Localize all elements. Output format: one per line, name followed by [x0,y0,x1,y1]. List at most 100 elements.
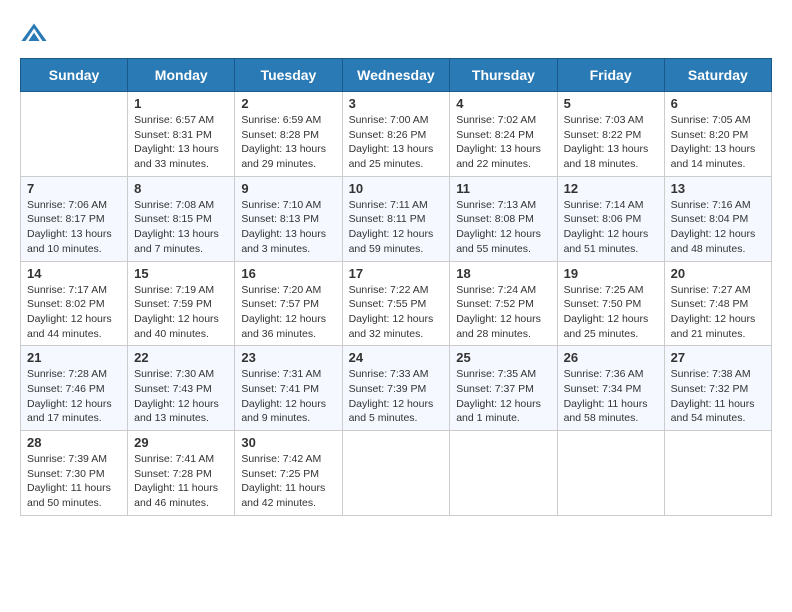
day-number: 6 [671,96,765,111]
day-number: 9 [241,181,335,196]
weekday-header: Tuesday [235,59,342,92]
calendar-cell: 2 Sunrise: 6:59 AM Sunset: 8:28 PM Daylig… [235,92,342,177]
calendar-cell: 26 Sunrise: 7:36 AM Sunset: 7:34 PM Dayli… [557,346,664,431]
calendar-cell [21,92,128,177]
calendar-cell: 15 Sunrise: 7:19 AM Sunset: 7:59 PM Dayli… [128,261,235,346]
calendar-week-row: 28 Sunrise: 7:39 AM Sunset: 7:30 PM Dayli… [21,431,772,516]
calendar-cell [342,431,450,516]
logo-icon [20,20,48,48]
day-info: Sunrise: 7:08 AM Sunset: 8:15 PM Dayligh… [134,198,228,257]
calendar-cell: 3 Sunrise: 7:00 AM Sunset: 8:26 PM Daylig… [342,92,450,177]
calendar-cell: 11 Sunrise: 7:13 AM Sunset: 8:08 PM Dayli… [450,176,557,261]
day-number: 30 [241,435,335,450]
day-info: Sunrise: 7:42 AM Sunset: 7:25 PM Dayligh… [241,452,335,511]
weekday-header: Wednesday [342,59,450,92]
calendar-cell: 12 Sunrise: 7:14 AM Sunset: 8:06 PM Dayli… [557,176,664,261]
calendar-cell: 22Sunrise: 7:30 AM Sunset: 7:43 PM Dayli… [128,346,235,431]
day-info: Sunrise: 7:16 AM Sunset: 8:04 PM Dayligh… [671,198,765,257]
calendar-cell: 10 Sunrise: 7:11 AM Sunset: 8:11 PM Dayli… [342,176,450,261]
day-number: 5 [564,96,658,111]
day-info: Sunrise: 7:36 AM Sunset: 7:34 PM Dayligh… [564,367,658,426]
day-number: 16 [241,266,335,281]
calendar-cell: 20 Sunrise: 7:27 AM Sunset: 7:48 PM Dayli… [664,261,771,346]
day-info: Sunrise: 7:10 AM Sunset: 8:13 PM Dayligh… [241,198,335,257]
calendar-cell: 13 Sunrise: 7:16 AM Sunset: 8:04 PM Dayli… [664,176,771,261]
day-info: Sunrise: 7:05 AM Sunset: 8:20 PM Dayligh… [671,113,765,172]
day-info: Sunrise: 6:57 AM Sunset: 8:31 PM Dayligh… [134,113,228,172]
header [20,20,772,48]
calendar-cell: 27 Sunrise: 7:38 AM Sunset: 7:32 PM Dayli… [664,346,771,431]
day-info: Sunrise: 7:27 AM Sunset: 7:48 PM Dayligh… [671,283,765,342]
day-number: 21 [27,350,121,365]
day-info: Sunrise: 7:20 AM Sunset: 7:57 PM Dayligh… [241,283,335,342]
day-number: 2 [241,96,335,111]
day-number: 11 [456,181,550,196]
day-info: Sunrise: 7:30 AM Sunset: 7:43 PM Dayligh… [134,367,228,426]
day-number: 26 [564,350,658,365]
calendar-cell: 16 Sunrise: 7:20 AM Sunset: 7:57 PM Dayli… [235,261,342,346]
day-info: Sunrise: 7:25 AM Sunset: 7:50 PM Dayligh… [564,283,658,342]
day-number: 15 [134,266,228,281]
day-number: 14 [27,266,121,281]
day-info: Sunrise: 7:28 AM Sunset: 7:46 PM Dayligh… [27,367,121,426]
day-number: 28 [27,435,121,450]
calendar-cell: 29 Sunrise: 7:41 AM Sunset: 7:28 PM Dayli… [128,431,235,516]
calendar-cell: 28 Sunrise: 7:39 AM Sunset: 7:30 PM Dayli… [21,431,128,516]
day-number: 19 [564,266,658,281]
day-info: Sunrise: 7:14 AM Sunset: 8:06 PM Dayligh… [564,198,658,257]
day-info: Sunrise: 7:22 AM Sunset: 7:55 PM Dayligh… [349,283,444,342]
calendar-cell: 25Sunrise: 7:35 AM Sunset: 7:37 PM Dayli… [450,346,557,431]
day-info: Sunrise: 7:13 AM Sunset: 8:08 PM Dayligh… [456,198,550,257]
calendar-week-row: 21 Sunrise: 7:28 AM Sunset: 7:46 PM Dayli… [21,346,772,431]
calendar-cell: 19 Sunrise: 7:25 AM Sunset: 7:50 PM Dayli… [557,261,664,346]
day-number: 17 [349,266,444,281]
calendar-cell: 7 Sunrise: 7:06 AM Sunset: 8:17 PM Daylig… [21,176,128,261]
day-info: Sunrise: 7:39 AM Sunset: 7:30 PM Dayligh… [27,452,121,511]
calendar-header-row: SundayMondayTuesdayWednesdayThursdayFrid… [21,59,772,92]
day-info: Sunrise: 7:41 AM Sunset: 7:28 PM Dayligh… [134,452,228,511]
day-info: Sunrise: 7:33 AM Sunset: 7:39 PM Dayligh… [349,367,444,426]
calendar-cell [557,431,664,516]
day-number: 8 [134,181,228,196]
calendar-week-row: 1Sunrise: 6:57 AM Sunset: 8:31 PM Daylig… [21,92,772,177]
calendar-cell: 23 Sunrise: 7:31 AM Sunset: 7:41 PM Dayli… [235,346,342,431]
day-info: Sunrise: 7:31 AM Sunset: 7:41 PM Dayligh… [241,367,335,426]
day-number: 18 [456,266,550,281]
calendar-cell [664,431,771,516]
day-info: Sunrise: 7:38 AM Sunset: 7:32 PM Dayligh… [671,367,765,426]
day-number: 4 [456,96,550,111]
day-number: 25 [456,350,550,365]
day-number: 24 [349,350,444,365]
day-info: Sunrise: 7:24 AM Sunset: 7:52 PM Dayligh… [456,283,550,342]
day-info: Sunrise: 6:59 AM Sunset: 8:28 PM Dayligh… [241,113,335,172]
day-info: Sunrise: 7:02 AM Sunset: 8:24 PM Dayligh… [456,113,550,172]
day-number: 7 [27,181,121,196]
calendar-week-row: 14 Sunrise: 7:17 AM Sunset: 8:02 PM Dayli… [21,261,772,346]
day-number: 13 [671,181,765,196]
day-number: 10 [349,181,444,196]
day-info: Sunrise: 7:00 AM Sunset: 8:26 PM Dayligh… [349,113,444,172]
calendar-cell: 30 Sunrise: 7:42 AM Sunset: 7:25 PM Dayli… [235,431,342,516]
day-number: 29 [134,435,228,450]
weekday-header: Saturday [664,59,771,92]
day-number: 23 [241,350,335,365]
calendar-cell: 14 Sunrise: 7:17 AM Sunset: 8:02 PM Dayli… [21,261,128,346]
weekday-header: Friday [557,59,664,92]
calendar-cell: 17 Sunrise: 7:22 AM Sunset: 7:55 PM Dayli… [342,261,450,346]
calendar-cell [450,431,557,516]
day-info: Sunrise: 7:17 AM Sunset: 8:02 PM Dayligh… [27,283,121,342]
weekday-header: Thursday [450,59,557,92]
calendar-cell: 9 Sunrise: 7:10 AM Sunset: 8:13 PM Daylig… [235,176,342,261]
day-number: 27 [671,350,765,365]
calendar-cell: 8 Sunrise: 7:08 AM Sunset: 8:15 PM Daylig… [128,176,235,261]
day-info: Sunrise: 7:11 AM Sunset: 8:11 PM Dayligh… [349,198,444,257]
day-number: 20 [671,266,765,281]
day-info: Sunrise: 7:06 AM Sunset: 8:17 PM Dayligh… [27,198,121,257]
day-number: 12 [564,181,658,196]
calendar-cell: 21 Sunrise: 7:28 AM Sunset: 7:46 PM Dayli… [21,346,128,431]
day-info: Sunrise: 7:19 AM Sunset: 7:59 PM Dayligh… [134,283,228,342]
weekday-header: Monday [128,59,235,92]
day-number: 3 [349,96,444,111]
logo [20,20,52,48]
calendar-cell: 18 Sunrise: 7:24 AM Sunset: 7:52 PM Dayli… [450,261,557,346]
